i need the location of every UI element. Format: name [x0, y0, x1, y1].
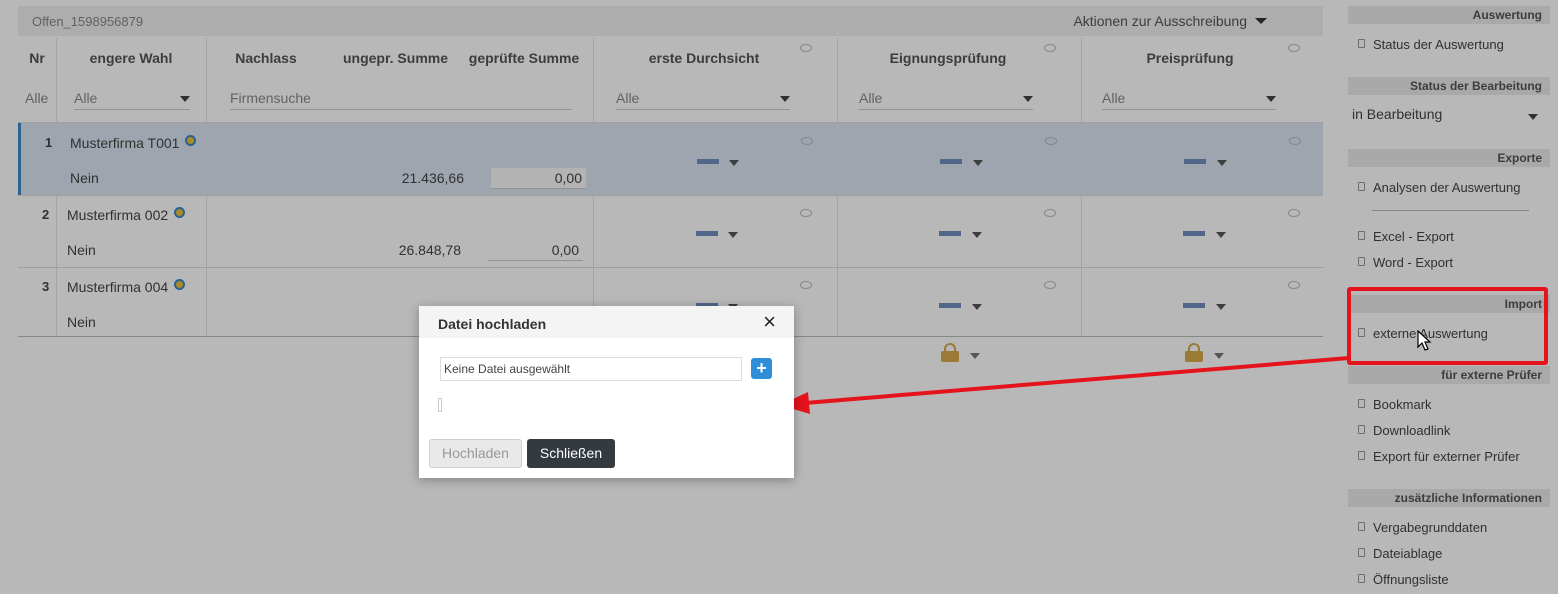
- upload-dialog: Datei hochladen × Keine Datei ausgewählt…: [419, 306, 794, 478]
- dialog-title: Datei hochladen: [438, 316, 547, 332]
- modal-backdrop[interactable]: [0, 0, 1558, 594]
- mouse-cursor-icon: [1417, 330, 1432, 351]
- close-icon[interactable]: ×: [763, 311, 776, 333]
- upload-button[interactable]: Hochladen: [429, 439, 522, 468]
- file-input[interactable]: Keine Datei ausgewählt: [440, 357, 742, 381]
- dialog-header: Datei hochladen ×: [419, 306, 794, 338]
- upload-progress-bar: [438, 398, 442, 412]
- close-button[interactable]: Schließen: [527, 439, 615, 468]
- highlight-box: [1347, 287, 1548, 365]
- add-file-button[interactable]: +: [751, 358, 772, 379]
